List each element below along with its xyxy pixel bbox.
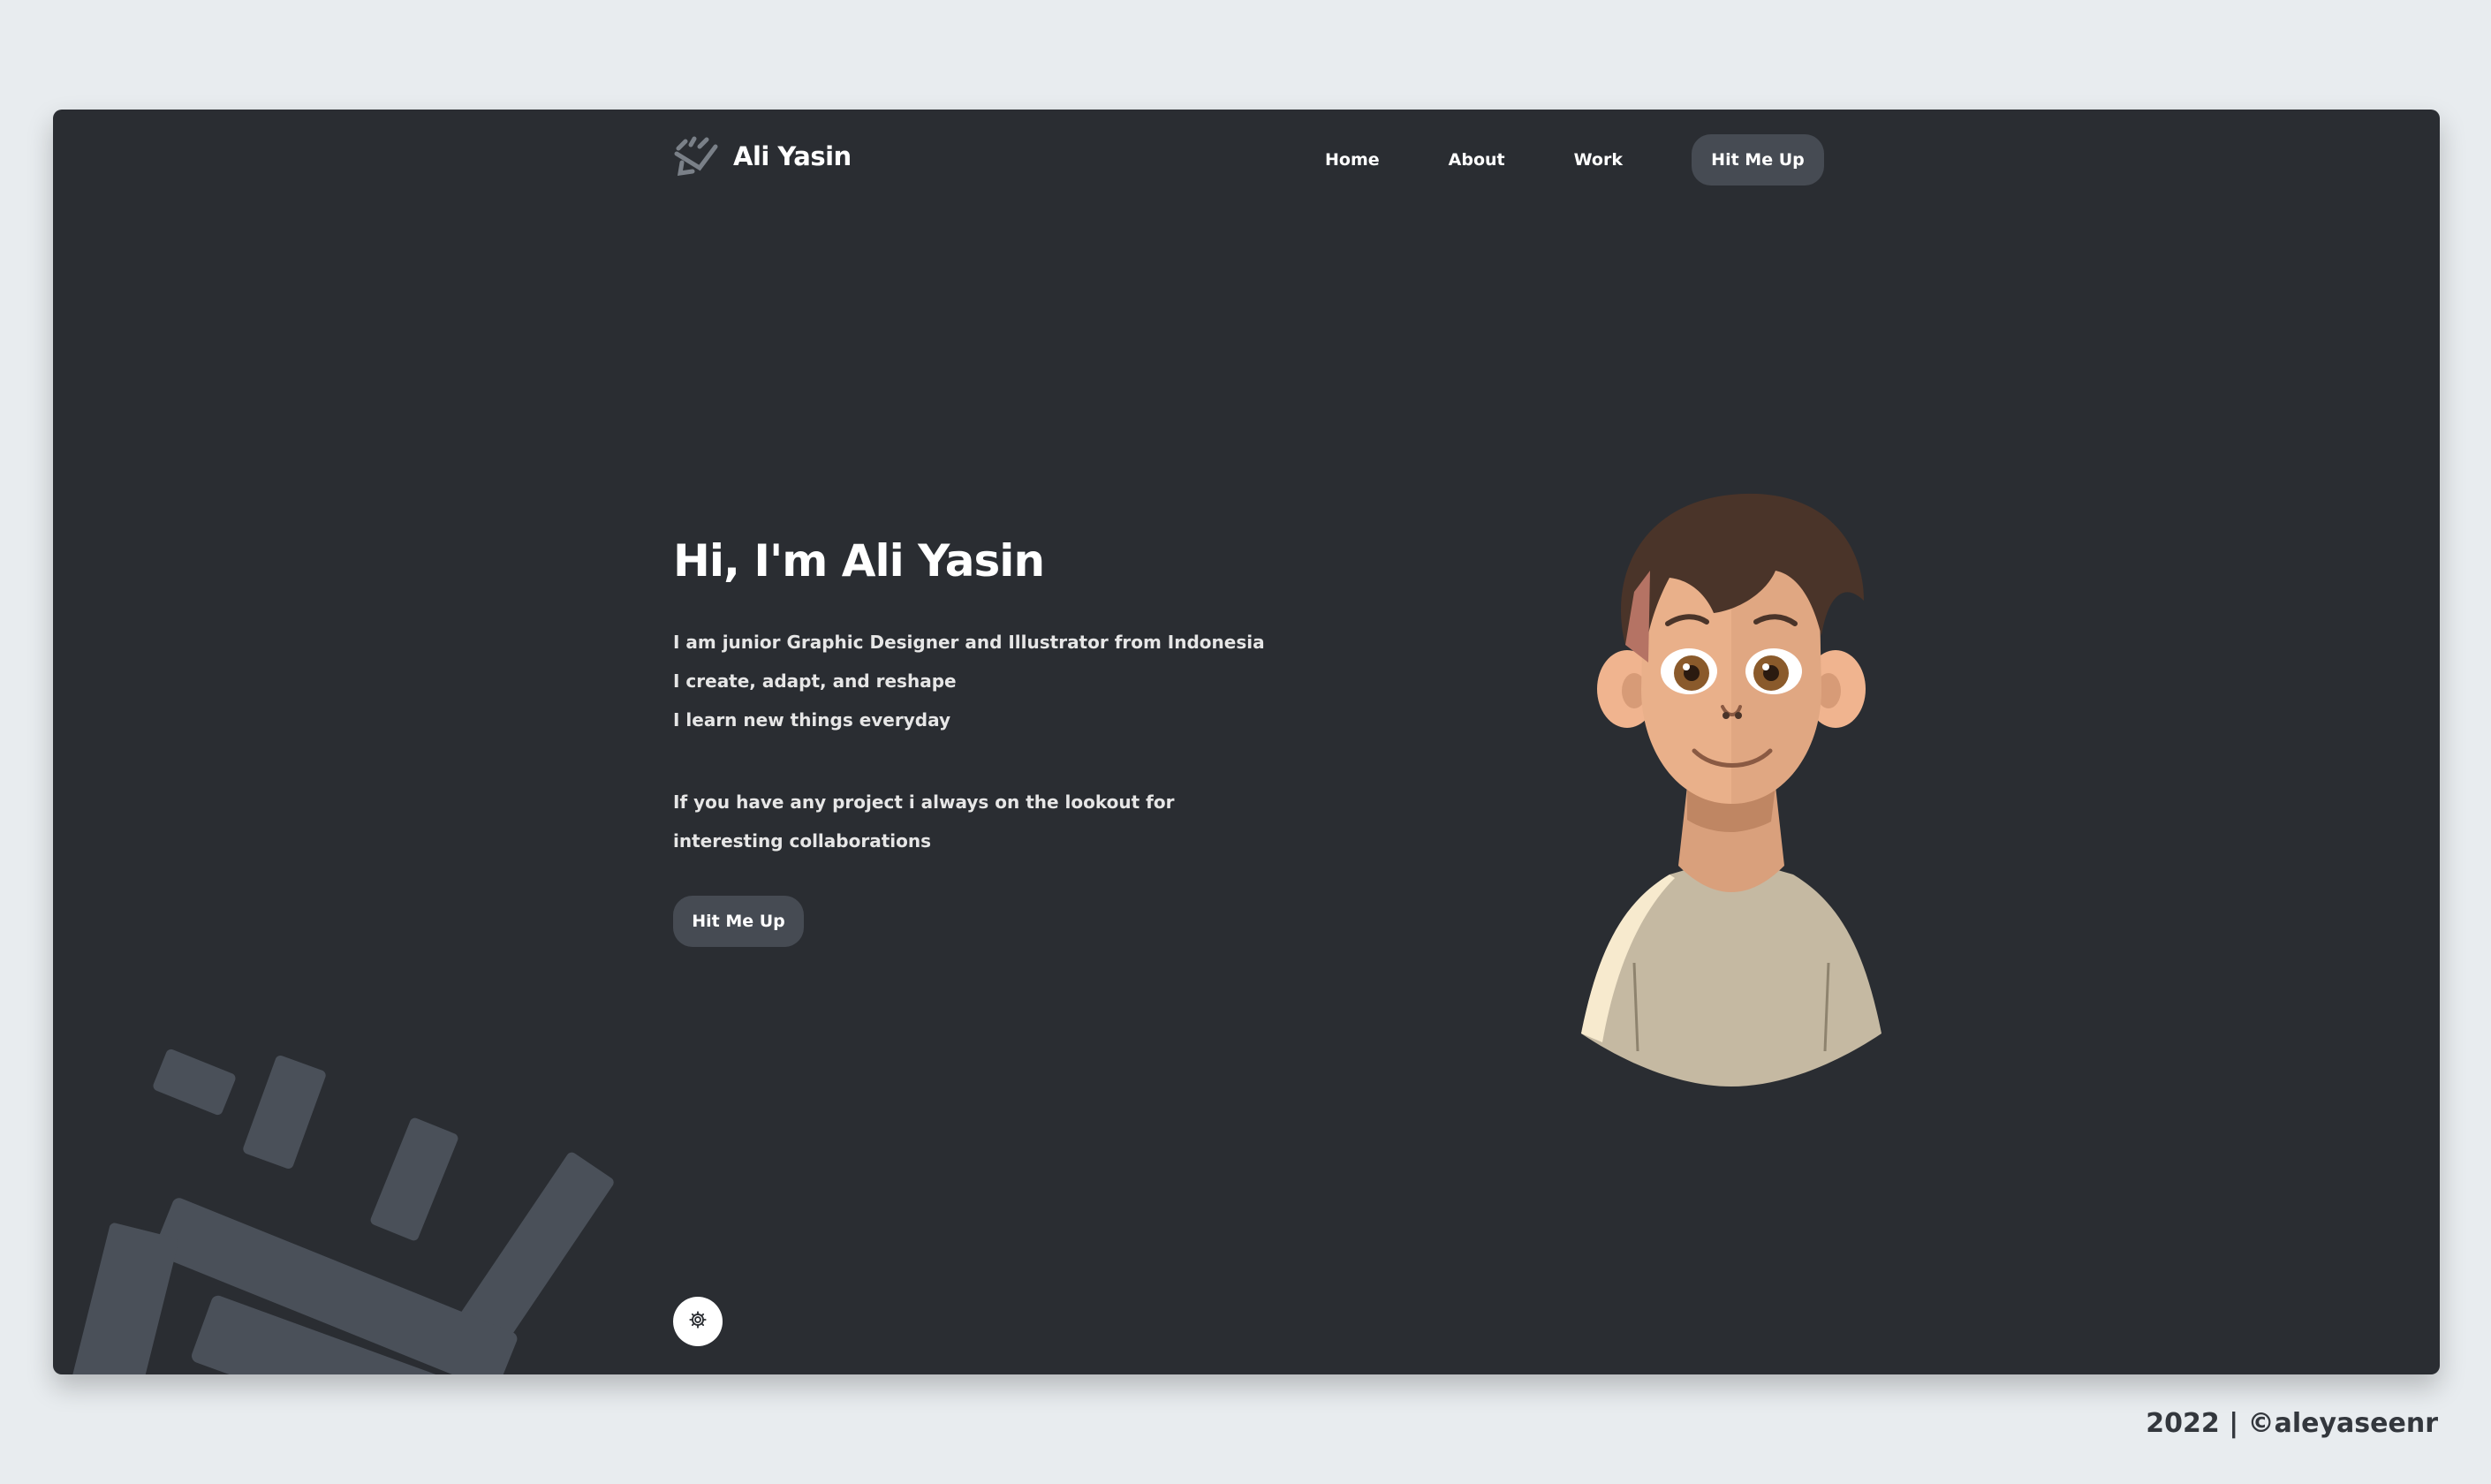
nav-about-link[interactable]: About xyxy=(1449,150,1505,170)
hero-paragraph: If you have any project i always on the … xyxy=(673,791,1175,852)
brand-logo[interactable]: Ali Yasin xyxy=(673,136,852,177)
hero-line: I learn new things everyday xyxy=(673,709,951,731)
nav-work-link[interactable]: Work xyxy=(1574,150,1623,170)
background-logo-decoration xyxy=(69,1049,614,1374)
nav-hit-me-up-button[interactable]: Hit Me Up xyxy=(1691,134,1824,186)
top-navigation: Home About Work Hit Me Up xyxy=(1325,134,1824,186)
scribble-logo-icon xyxy=(673,136,721,177)
hero-hit-me-up-button[interactable]: Hit Me Up xyxy=(673,896,804,947)
hero-line: I am junior Graphic Designer and Illustr… xyxy=(673,632,1265,653)
hero-title: Hi, I'm Ali Yasin xyxy=(673,535,1045,587)
avatar-illustration xyxy=(1581,493,1882,1086)
hero-line: I create, adapt, and reshape xyxy=(673,670,957,692)
gear-icon xyxy=(688,1310,708,1333)
brand-name: Ali Yasin xyxy=(733,141,852,171)
nav-home-link[interactable]: Home xyxy=(1325,150,1380,170)
footer-credit: 2022 | ©aleyaseenr xyxy=(2146,1408,2438,1439)
hero-intro: I am junior Graphic Designer and Illustr… xyxy=(673,629,1265,746)
settings-button[interactable] xyxy=(673,1297,723,1346)
